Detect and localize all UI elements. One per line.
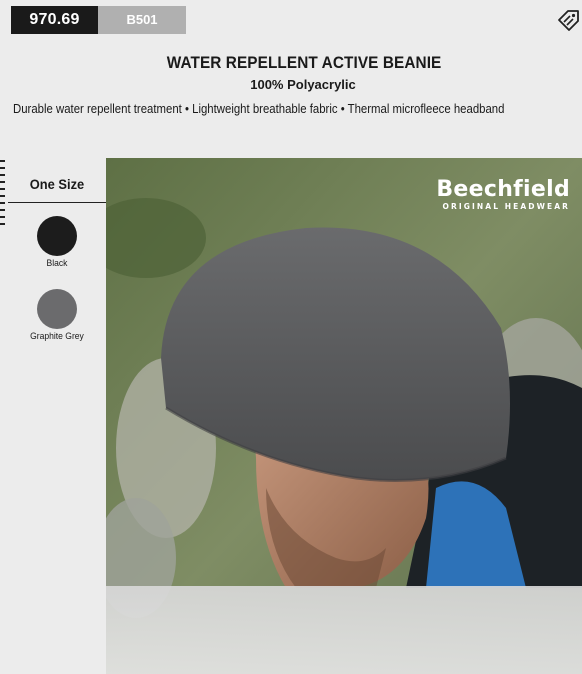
- colour-label-graphite-grey: Graphite Grey: [30, 331, 84, 342]
- colour-label-black: Black: [46, 258, 68, 269]
- brand-name: Beechfield: [436, 177, 570, 202]
- colour-swatch-black[interactable]: [37, 216, 77, 256]
- size-divider: [8, 202, 106, 203]
- product-features: Durable water repellent treatment • Ligh…: [13, 102, 505, 116]
- product-title: WATER REPELLENT ACTIVE BEANIE: [166, 54, 442, 72]
- product-photo: Beechfield ORIGINAL HEADWEAR: [106, 158, 582, 674]
- price-tag: 970.69: [11, 6, 98, 34]
- price-tag-icon: [556, 9, 582, 33]
- brand-logo: Beechfield ORIGINAL HEADWEAR: [436, 177, 570, 212]
- brand-tagline: ORIGINAL HEADWEAR: [442, 202, 570, 211]
- edge-marks: [0, 160, 6, 240]
- size-heading: One Size: [29, 176, 85, 192]
- colour-swatch-graphite-grey[interactable]: [37, 289, 77, 329]
- product-material: 100% Polyacrylic: [250, 77, 356, 92]
- product-code-tag: B501: [98, 6, 186, 34]
